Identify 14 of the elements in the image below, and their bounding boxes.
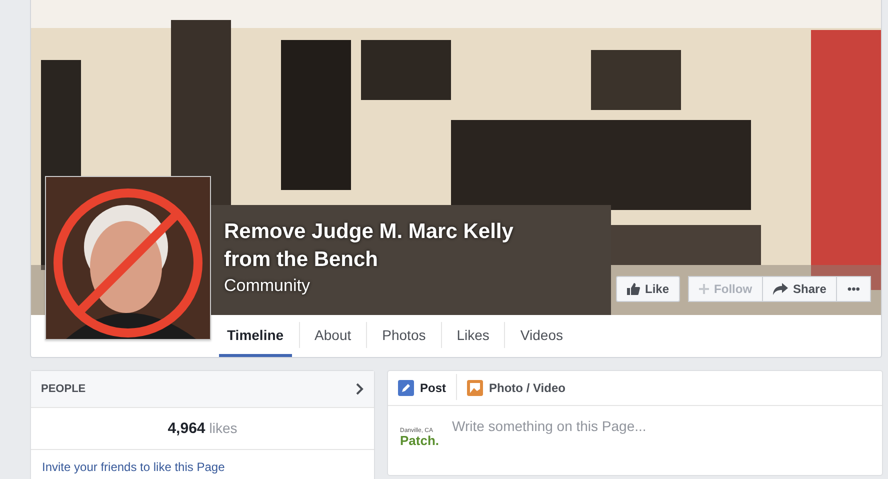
- nav-tab[interactable]: Videos: [505, 315, 578, 357]
- likes-label: likes: [209, 420, 238, 436]
- section-title: PEOPLE: [41, 383, 86, 395]
- nav-tab[interactable]: Photos: [367, 315, 441, 357]
- composer-tab[interactable]: Post: [398, 380, 446, 396]
- likes-count: 4,964: [168, 420, 206, 437]
- nav-tab[interactable]: Timeline: [219, 315, 292, 357]
- nav-tab[interactable]: About: [300, 315, 366, 357]
- chevron-right-icon[interactable]: [356, 383, 364, 395]
- pencil-icon: [398, 380, 414, 396]
- composer-tab[interactable]: Photo / Video: [467, 380, 566, 396]
- photo-icon: [467, 380, 484, 396]
- invite-link[interactable]: Invite your friends to like this Page: [42, 460, 225, 474]
- nav-tab[interactable]: Likes: [442, 315, 504, 357]
